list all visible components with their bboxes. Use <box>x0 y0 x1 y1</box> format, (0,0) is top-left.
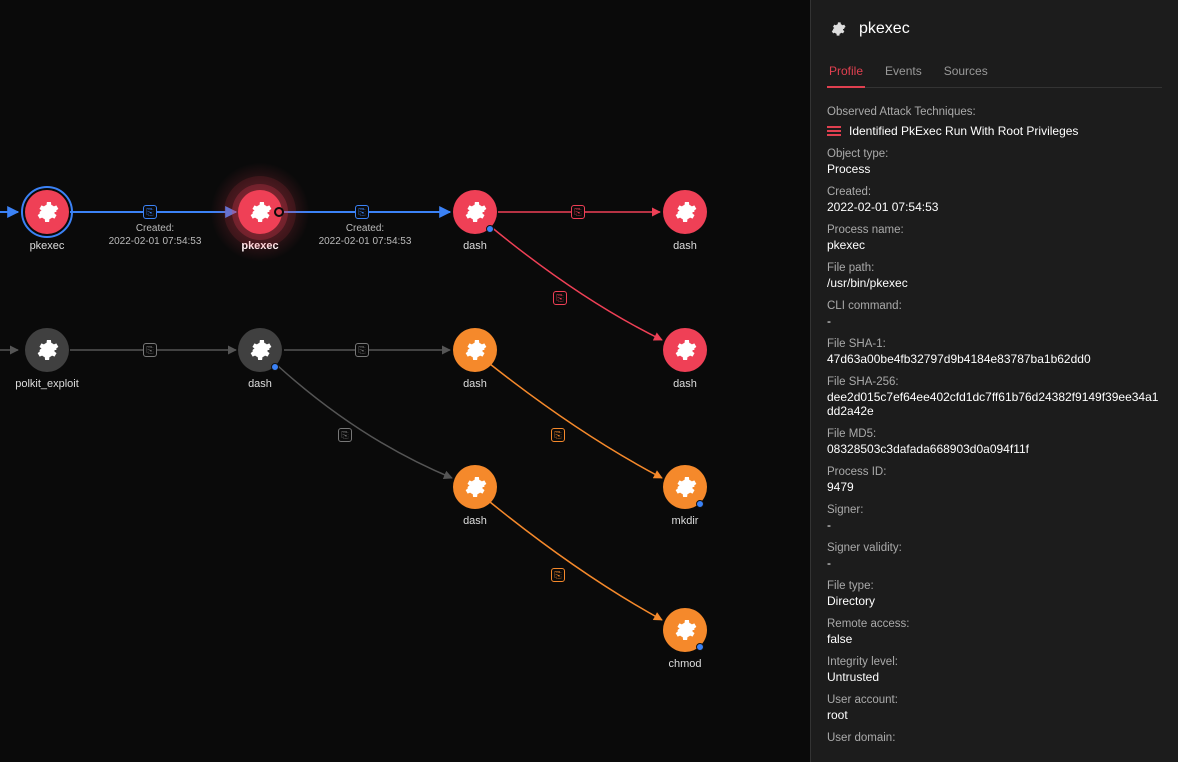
node-label: chmod <box>650 658 720 670</box>
field-label: Remote access: <box>827 618 1162 630</box>
field-label: User account: <box>827 694 1162 706</box>
field-label: File SHA-1: <box>827 338 1162 350</box>
field-label: Integrity level: <box>827 656 1162 668</box>
node-label: polkit_exploit <box>12 378 82 390</box>
node-label: dash <box>225 378 295 390</box>
field-label: CLI command: <box>827 300 1162 312</box>
graph-node-dash[interactable]: dash <box>440 465 510 527</box>
edge-badge[interactable]: ⎘ <box>355 343 369 357</box>
field-label: Process name: <box>827 224 1162 236</box>
field-value: Process <box>827 162 1162 176</box>
edge-label: Created: 2022-02-01 07:54:53 <box>95 222 215 248</box>
edge-badge[interactable]: ⎘ <box>355 205 369 219</box>
gear-icon <box>827 18 849 40</box>
field-value: Directory <box>827 594 1162 608</box>
node-label: dash <box>440 240 510 252</box>
field-label: Object type: <box>827 148 1162 160</box>
field-label: Created: <box>827 186 1162 198</box>
tab-events[interactable]: Events <box>883 58 924 87</box>
node-label: pkexec <box>12 240 82 252</box>
edge-badge[interactable]: ⎘ <box>551 568 565 582</box>
graph-node-dash[interactable]: dash <box>650 190 720 252</box>
graph-node-chmod[interactable]: chmod <box>650 608 720 670</box>
field-value: - <box>827 518 1162 532</box>
field-value: dee2d015c7ef64ee402cfd1dc7ff61b76d24382f… <box>827 390 1162 418</box>
field-label: User domain: <box>827 732 1162 744</box>
graph-node-dash[interactable]: dash <box>650 328 720 390</box>
observed-label: Observed Attack Techniques: <box>827 106 1162 118</box>
field-label: File path: <box>827 262 1162 274</box>
graph-node-mkdir[interactable]: mkdir <box>650 465 720 527</box>
field-value: - <box>827 314 1162 328</box>
tab-profile[interactable]: Profile <box>827 58 865 88</box>
edge-badge[interactable]: ⎘ <box>571 205 585 219</box>
panel-title: pkexec <box>859 20 910 38</box>
field-value: /usr/bin/pkexec <box>827 276 1162 290</box>
field-label: File SHA-256: <box>827 376 1162 388</box>
graph-node-pkexec[interactable]: pkexec <box>225 190 295 252</box>
node-label: dash <box>650 240 720 252</box>
field-label: File MD5: <box>827 428 1162 440</box>
edge-label: Created: 2022-02-01 07:54:53 <box>305 222 425 248</box>
edge-badge[interactable]: ⎘ <box>143 343 157 357</box>
field-value: 2022-02-01 07:54:53 <box>827 200 1162 214</box>
edge-badge[interactable]: ⎘ <box>143 205 157 219</box>
graph-node-dash[interactable]: dash <box>440 190 510 252</box>
node-label: dash <box>440 378 510 390</box>
node-label: mkdir <box>650 515 720 527</box>
details-panel: pkexec Profile Events Sources Observed A… <box>810 0 1178 762</box>
list-icon <box>827 126 841 136</box>
edge-badge[interactable]: ⎘ <box>551 428 565 442</box>
edge-badge[interactable]: ⎘ <box>553 291 567 305</box>
node-label: dash <box>650 378 720 390</box>
graph-canvas[interactable]: ⎘ ⎘ ⎘ ⎘ ⎘ ⎘ ⎘ ⎘ ⎘ Created: 2022-02-01 07… <box>0 0 810 762</box>
graph-node-polkit_exploit[interactable]: polkit_exploit <box>12 328 82 390</box>
field-label: Signer: <box>827 504 1162 516</box>
field-value: 47d63a00be4fb32797d9b4184e83787ba1b62dd0 <box>827 352 1162 366</box>
field-value: false <box>827 632 1162 646</box>
node-label: pkexec <box>225 240 295 252</box>
edge-badge[interactable]: ⎘ <box>338 428 352 442</box>
field-value: 9479 <box>827 480 1162 494</box>
field-label: File type: <box>827 580 1162 592</box>
technique-row[interactable]: Identified PkExec Run With Root Privileg… <box>827 124 1162 138</box>
graph-node-pkexec[interactable]: pkexec <box>12 190 82 252</box>
node-label: dash <box>440 515 510 527</box>
tabs: Profile Events Sources <box>827 58 1162 88</box>
profile-body: Observed Attack Techniques: Identified P… <box>827 88 1162 744</box>
graph-node-dash[interactable]: dash <box>440 328 510 390</box>
field-value: 08328503c3dafada668903d0a094f11f <box>827 442 1162 456</box>
field-value: - <box>827 556 1162 570</box>
tab-sources[interactable]: Sources <box>942 58 990 87</box>
field-value: pkexec <box>827 238 1162 252</box>
field-value: Untrusted <box>827 670 1162 684</box>
field-label: Process ID: <box>827 466 1162 478</box>
graph-node-dash[interactable]: dash <box>225 328 295 390</box>
field-value: root <box>827 708 1162 722</box>
field-label: Signer validity: <box>827 542 1162 554</box>
technique-name: Identified PkExec Run With Root Privileg… <box>849 124 1078 138</box>
